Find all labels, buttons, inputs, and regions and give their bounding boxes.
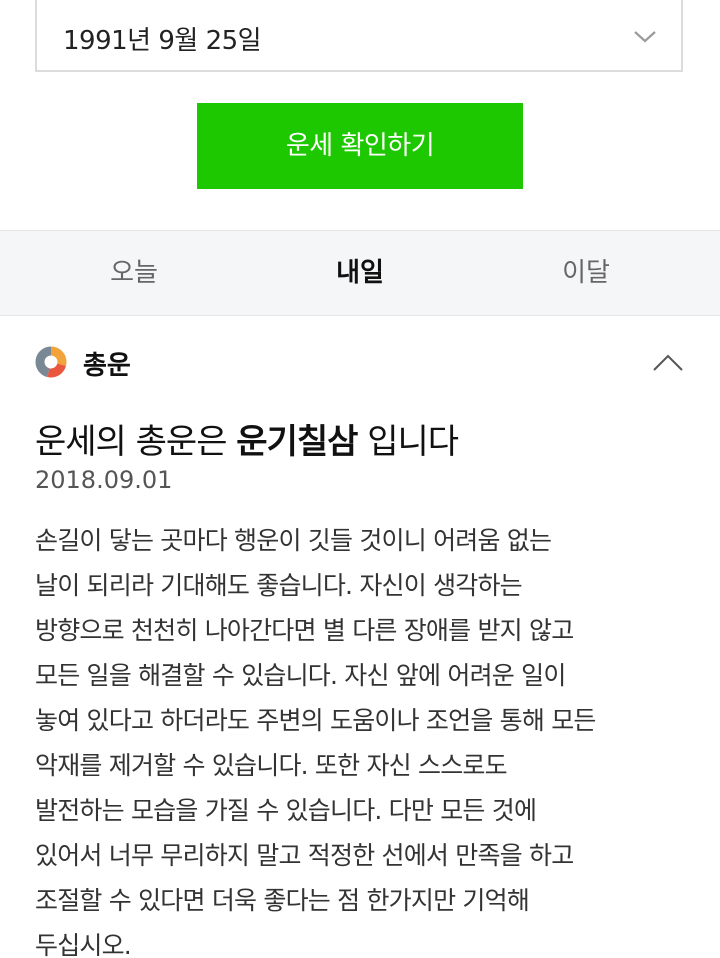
tab-this-month[interactable]: 이달 [466, 231, 706, 315]
fortune-page: 1991년 9월 25일 운세 확인하기 오늘 내일 이달 총운 운세의 총운은… [0, 0, 720, 958]
headline-prefix: 운세의 총운은 [35, 422, 237, 462]
check-fortune-button[interactable]: 운세 확인하기 [197, 103, 523, 189]
birthdate-select[interactable]: 1991년 9월 25일 [35, 0, 683, 72]
description-line: 있어서 너무 무리하지 말고 적정한 선에서 만족을 하고 [35, 841, 574, 870]
section-title: 총운 [83, 351, 131, 381]
description-line: 발전하는 모습을 가질 수 있습니다. 다만 모든 것에 [35, 796, 537, 825]
fortune-headline: 운세의 총운은 운기칠삼 입니다 [35, 414, 459, 463]
tab-tomorrow[interactable]: 내일 [240, 231, 480, 315]
chevron-up-icon[interactable] [651, 348, 685, 376]
description-line: 방향으로 천천히 나아간다면 별 다른 장애를 받지 않고 [35, 616, 574, 645]
description-line: 손길이 닿는 곳마다 행운이 깃들 것이니 어려움 없는 [35, 526, 552, 555]
donut-chart-icon [35, 346, 67, 378]
description-line: 악재를 제거할 수 있습니다. 또한 자신 스스로도 [35, 751, 508, 780]
headline-keyword: 운기칠삼 [236, 422, 358, 462]
birthdate-value: 1991년 9월 25일 [63, 26, 262, 56]
description-line: 날이 되리라 기대해도 좋습니다. 자신이 생각하는 [35, 571, 523, 600]
description-line: 모든 일을 해결할 수 있습니다. 자신 앞에 어려운 일이 [35, 661, 566, 690]
fortune-date: 2018.09.01 [35, 466, 173, 494]
period-tabs: 오늘 내일 이달 [0, 230, 720, 316]
description-line: 놓여 있다고 하더라도 주변의 도움이나 조언을 통해 모든 [35, 706, 596, 735]
tab-today[interactable]: 오늘 [14, 231, 254, 315]
description-line: 두십시오. [35, 931, 132, 958]
fortune-description: 손길이 닿는 곳마다 행운이 깃들 것이니 어려움 없는 날이 되리라 기대해도… [35, 518, 695, 958]
chevron-down-icon [634, 31, 656, 43]
description-line: 조절할 수 있다면 더욱 좋다는 점 한가지만 기억해 [35, 886, 530, 915]
section-header-overall[interactable]: 총운 [35, 338, 685, 388]
headline-suffix: 입니다 [357, 422, 459, 462]
